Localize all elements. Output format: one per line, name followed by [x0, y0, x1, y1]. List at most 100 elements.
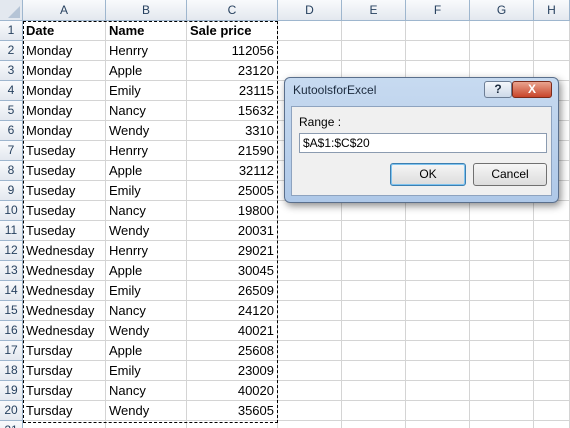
table-cell[interactable]: Apple [106, 161, 187, 181]
table-cell[interactable] [534, 401, 570, 421]
table-cell[interactable] [470, 21, 534, 41]
table-cell[interactable] [278, 281, 342, 301]
table-cell[interactable]: Wendy [106, 401, 187, 421]
table-cell[interactable] [278, 21, 342, 41]
table-cell[interactable] [406, 301, 470, 321]
table-cell[interactable] [534, 281, 570, 301]
table-cell[interactable]: Monday [23, 81, 106, 101]
table-cell[interactable]: Emily [106, 81, 187, 101]
row-header[interactable]: 10 [0, 201, 23, 221]
row-header[interactable]: 17 [0, 341, 23, 361]
table-cell[interactable] [406, 361, 470, 381]
help-button[interactable]: ? [484, 81, 512, 98]
table-cell[interactable] [278, 261, 342, 281]
table-cell[interactable] [278, 421, 342, 428]
table-cell[interactable]: Henrry [106, 141, 187, 161]
table-cell[interactable] [534, 381, 570, 401]
range-input[interactable]: $A$1:$C$20 [299, 133, 547, 153]
table-cell[interactable]: Apple [106, 61, 187, 81]
row-header[interactable]: 16 [0, 321, 23, 341]
row-header[interactable]: 19 [0, 381, 23, 401]
cancel-button[interactable]: Cancel [473, 163, 547, 186]
table-cell[interactable]: Wednesday [23, 261, 106, 281]
column-header-d[interactable]: D [278, 0, 342, 21]
table-cell[interactable] [278, 241, 342, 261]
table-cell[interactable]: Tuseday [23, 161, 106, 181]
table-cell[interactable] [470, 241, 534, 261]
table-cell[interactable] [342, 341, 406, 361]
table-cell[interactable] [534, 261, 570, 281]
table-cell[interactable]: Tursday [23, 341, 106, 361]
table-cell[interactable]: Tuseday [23, 141, 106, 161]
row-header[interactable]: 4 [0, 81, 23, 101]
table-cell[interactable]: Tursday [23, 381, 106, 401]
table-cell[interactable] [342, 381, 406, 401]
row-header[interactable]: 6 [0, 121, 23, 141]
row-header[interactable]: 12 [0, 241, 23, 261]
table-cell[interactable] [470, 221, 534, 241]
row-header[interactable]: 15 [0, 301, 23, 321]
table-cell[interactable] [342, 321, 406, 341]
table-cell[interactable]: 112056 [187, 41, 278, 61]
table-cell[interactable]: 23120 [187, 61, 278, 81]
table-cell[interactable]: Tuseday [23, 221, 106, 241]
table-cell[interactable]: Wendy [106, 121, 187, 141]
table-cell[interactable] [406, 261, 470, 281]
column-header-f[interactable]: F [406, 0, 470, 21]
column-header-e[interactable]: E [342, 0, 406, 21]
table-cell[interactable] [342, 361, 406, 381]
table-cell[interactable] [406, 241, 470, 261]
column-header-h[interactable]: H [534, 0, 570, 21]
row-header[interactable]: 1 [0, 21, 23, 41]
table-cell[interactable]: Monday [23, 41, 106, 61]
table-cell[interactable]: Monday [23, 61, 106, 81]
table-cell[interactable] [406, 201, 470, 221]
table-cell[interactable]: Monday [23, 101, 106, 121]
table-cell[interactable]: Tursday [23, 361, 106, 381]
table-cell[interactable]: 3310 [187, 121, 278, 141]
table-cell[interactable] [342, 421, 406, 428]
table-cell[interactable] [534, 421, 570, 428]
row-header[interactable]: 3 [0, 61, 23, 81]
table-cell[interactable] [534, 321, 570, 341]
table-cell[interactable]: Apple [106, 341, 187, 361]
table-cell[interactable]: Wednesday [23, 301, 106, 321]
table-cell[interactable] [406, 41, 470, 61]
table-cell[interactable]: Henrry [106, 241, 187, 261]
table-cell[interactable]: 40020 [187, 381, 278, 401]
row-header[interactable]: 11 [0, 221, 23, 241]
table-cell[interactable]: 40021 [187, 321, 278, 341]
table-cell[interactable]: 25005 [187, 181, 278, 201]
spreadsheet-grid[interactable]: A B C D E F G H 1 Date Name Sale price 2 Monday Henrry… [0, 0, 570, 428]
table-cell[interactable]: Tuseday [23, 181, 106, 201]
table-cell[interactable] [278, 41, 342, 61]
row-header[interactable]: 7 [0, 141, 23, 161]
table-cell[interactable] [470, 281, 534, 301]
table-cell[interactable] [470, 341, 534, 361]
table-cell[interactable] [406, 221, 470, 241]
table-cell[interactable]: Emily [106, 361, 187, 381]
table-cell[interactable] [406, 281, 470, 301]
table-cell[interactable] [406, 401, 470, 421]
row-header[interactable]: 20 [0, 401, 23, 421]
table-cell[interactable] [342, 301, 406, 321]
table-cell[interactable] [470, 201, 534, 221]
header-cell[interactable]: Sale price [187, 21, 278, 41]
table-cell[interactable] [406, 21, 470, 41]
table-cell[interactable] [406, 321, 470, 341]
table-cell[interactable]: 26509 [187, 281, 278, 301]
table-cell[interactable] [470, 401, 534, 421]
column-header-a[interactable]: A [23, 0, 106, 21]
table-cell[interactable]: Wednesday [23, 321, 106, 341]
table-cell[interactable] [406, 341, 470, 361]
table-cell[interactable]: 23009 [187, 361, 278, 381]
row-header[interactable]: 5 [0, 101, 23, 121]
table-cell[interactable]: Emily [106, 181, 187, 201]
table-cell[interactable] [534, 361, 570, 381]
table-cell[interactable] [342, 221, 406, 241]
table-cell[interactable]: Nancy [106, 101, 187, 121]
table-cell[interactable] [278, 361, 342, 381]
table-cell[interactable] [470, 381, 534, 401]
table-cell[interactable]: Tursday [23, 401, 106, 421]
table-cell[interactable] [470, 41, 534, 61]
